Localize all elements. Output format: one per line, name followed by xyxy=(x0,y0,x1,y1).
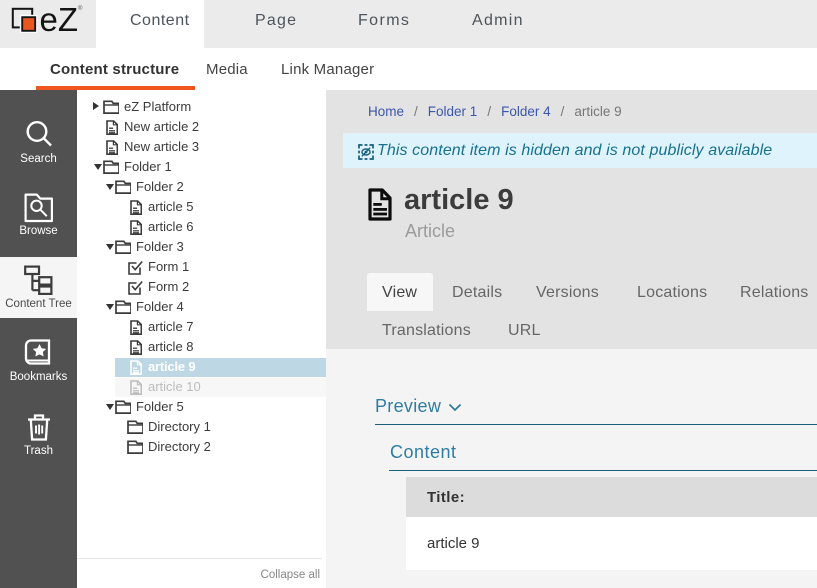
svg-text:eZ: eZ xyxy=(40,1,79,38)
svg-text:®: ® xyxy=(78,5,83,12)
